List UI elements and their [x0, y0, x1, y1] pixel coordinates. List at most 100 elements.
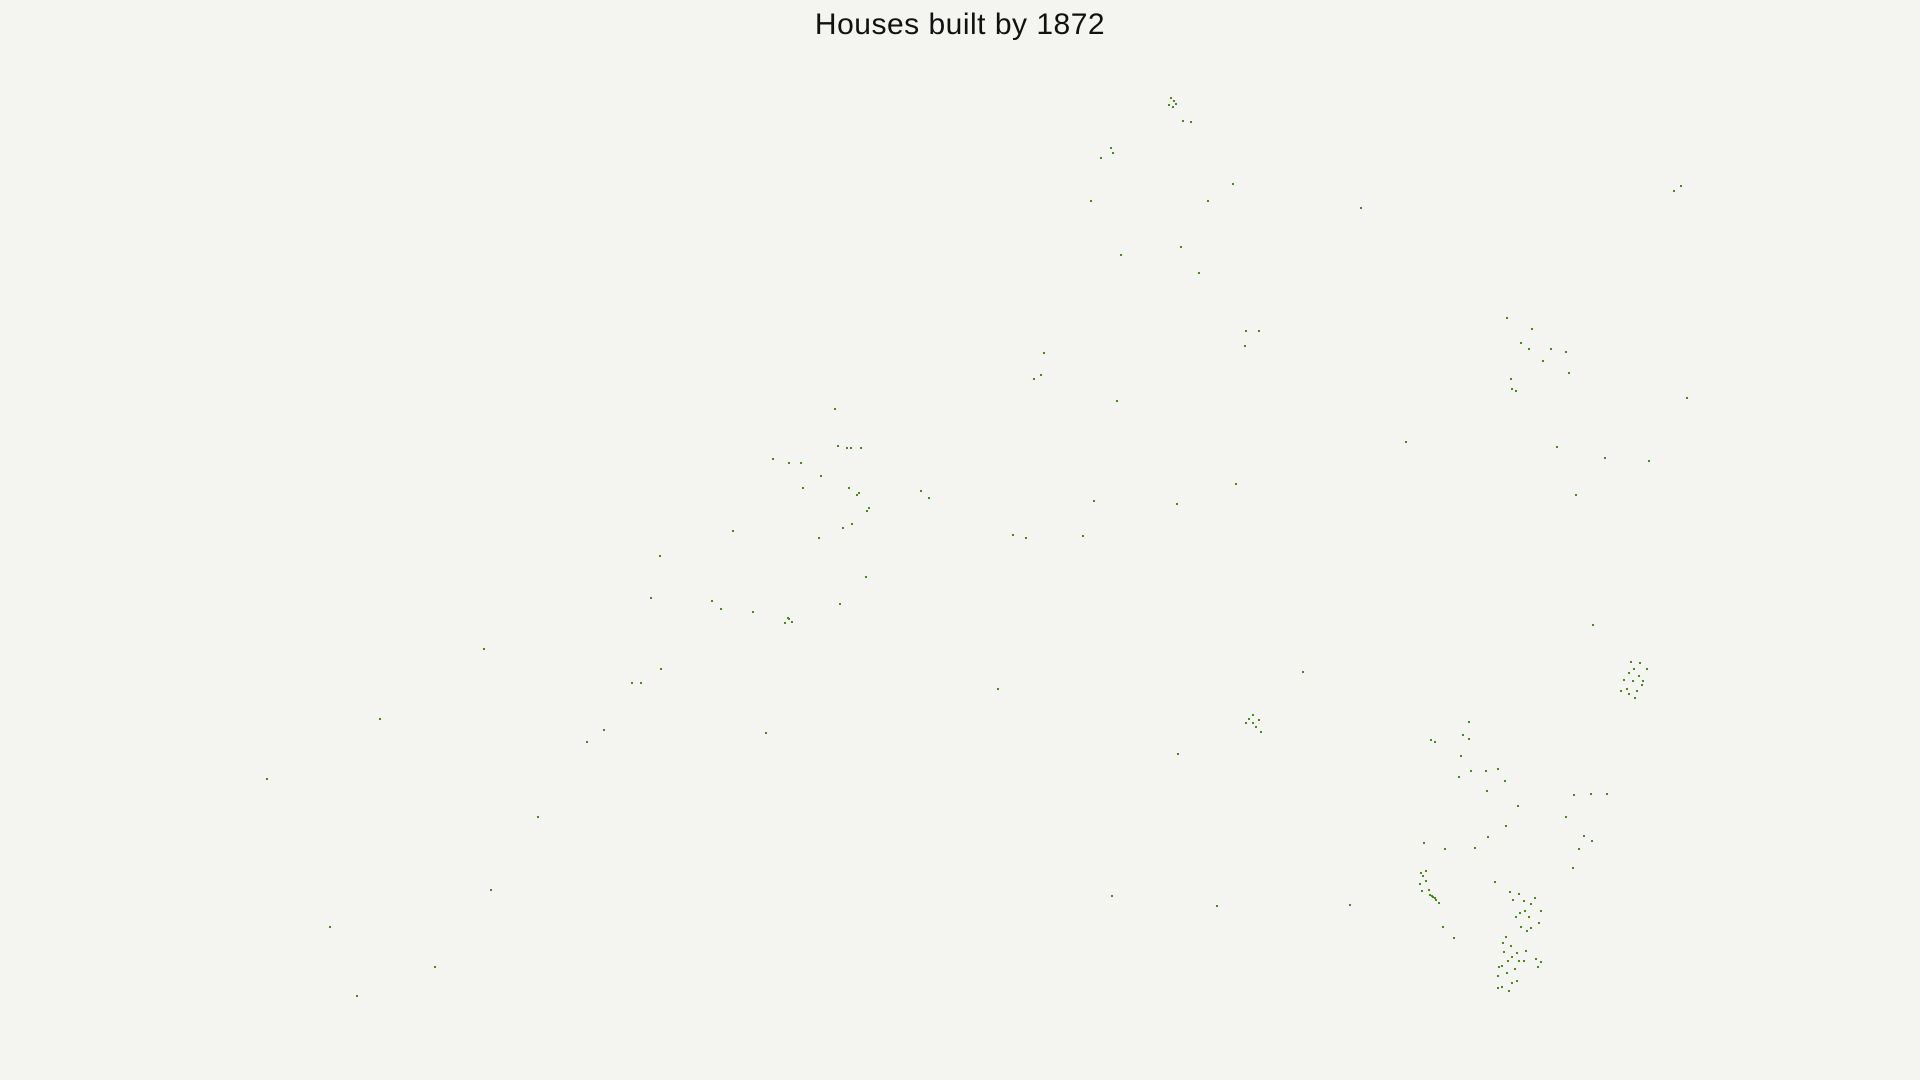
house-point: [1565, 816, 1567, 818]
house-point: [1501, 986, 1503, 988]
house-point: [848, 487, 850, 489]
house-point: [1468, 721, 1470, 723]
house-point: [1093, 500, 1095, 502]
house-point: [1578, 848, 1580, 850]
house-point: [483, 648, 485, 650]
house-point: [1486, 790, 1488, 792]
house-point: [772, 458, 774, 460]
house-point: [765, 732, 767, 734]
house-point: [1591, 840, 1593, 842]
house-point: [1514, 968, 1516, 970]
house-point: [1432, 896, 1434, 898]
house-point: [1438, 902, 1440, 904]
house-point: [1497, 987, 1499, 989]
house-point: [1100, 157, 1102, 159]
house-point: [866, 510, 868, 512]
house-point: [1168, 104, 1170, 106]
house-point: [1485, 770, 1487, 772]
house-point: [1524, 910, 1526, 912]
house-point: [1116, 400, 1118, 402]
house-point: [1633, 668, 1635, 670]
house-point: [752, 611, 754, 613]
house-point: [1540, 961, 1542, 963]
house-point: [490, 889, 492, 891]
house-point: [1592, 624, 1594, 626]
house-point: [1528, 916, 1530, 918]
house-point: [920, 490, 922, 492]
house-point: [1505, 825, 1507, 827]
house-point: [650, 597, 652, 599]
house-point: [1434, 897, 1436, 899]
house-point: [1507, 960, 1509, 962]
map-canvas: [266, 97, 1688, 997]
house-point: [1497, 975, 1499, 977]
house-point: [1435, 899, 1437, 901]
house-point: [1120, 254, 1122, 256]
house-point: [1458, 776, 1460, 778]
house-point: [1468, 738, 1470, 740]
house-point: [1173, 100, 1175, 102]
house-point: [1515, 916, 1517, 918]
house-point: [1470, 770, 1472, 772]
house-point: [1523, 960, 1525, 962]
house-point: [1680, 185, 1682, 187]
house-point: [1033, 378, 1035, 380]
house-point: [537, 816, 539, 818]
house-point: [1583, 835, 1585, 837]
house-point: [1040, 374, 1042, 376]
house-point: [1517, 805, 1519, 807]
house-point: [1534, 897, 1536, 899]
house-point: [1556, 446, 1558, 448]
house-point: [1090, 200, 1092, 202]
house-point: [1509, 891, 1511, 893]
house-point: [1537, 966, 1539, 968]
house-point: [1538, 922, 1540, 924]
house-point: [1177, 753, 1179, 755]
house-point: [1405, 441, 1407, 443]
house-point: [1590, 793, 1592, 795]
house-point: [1255, 726, 1257, 728]
house-point: [1511, 956, 1513, 958]
house-point: [1170, 97, 1172, 99]
house-point: [1504, 780, 1506, 782]
house-point: [1420, 872, 1422, 874]
house-point: [842, 527, 844, 529]
house-point: [1190, 121, 1192, 123]
house-point: [659, 555, 661, 557]
house-point: [1232, 183, 1234, 185]
house-point: [1043, 352, 1045, 354]
house-point: [802, 487, 804, 489]
house-point: [1235, 483, 1237, 485]
house-point: [1474, 847, 1476, 849]
house-point: [1516, 952, 1518, 954]
house-point: [1531, 328, 1533, 330]
house-point: [818, 537, 820, 539]
house-point: [1444, 848, 1446, 850]
house-point: [1207, 200, 1209, 202]
house-point: [858, 492, 860, 494]
house-point: [928, 497, 930, 499]
house-point: [1360, 207, 1362, 209]
house-point: [1648, 460, 1650, 462]
house-point: [839, 603, 841, 605]
house-point: [837, 445, 839, 447]
house-point: [1573, 794, 1575, 796]
house-point: [1508, 990, 1510, 992]
house-point: [640, 682, 642, 684]
house-point: [868, 507, 870, 509]
house-point: [1245, 330, 1247, 332]
house-point: [846, 447, 848, 449]
house-point: [1628, 672, 1630, 674]
house-point: [1620, 690, 1622, 692]
house-point: [1604, 457, 1606, 459]
house-point: [1503, 951, 1505, 953]
house-point: [1686, 397, 1688, 399]
house-point: [851, 523, 853, 525]
house-point: [266, 778, 268, 780]
house-point: [1248, 718, 1250, 720]
house-point: [1198, 272, 1200, 274]
house-point: [1216, 905, 1218, 907]
house-point: [1425, 870, 1427, 872]
house-point: [1646, 668, 1648, 670]
house-point: [1512, 899, 1514, 901]
